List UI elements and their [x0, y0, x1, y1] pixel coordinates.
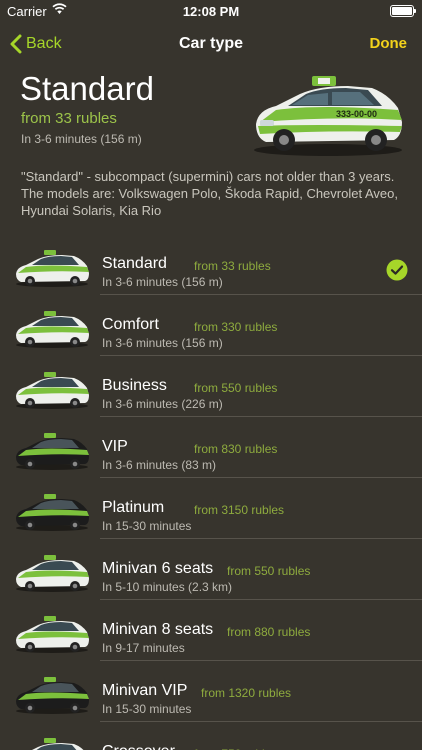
- battery-icon: [390, 5, 416, 17]
- navigation-bar: Back Car type Done: [0, 24, 422, 64]
- car-type-name: Minivan 8 seats: [102, 621, 214, 638]
- car-type-price: from 550 rubles: [194, 381, 278, 395]
- taxi-car-image: [16, 311, 89, 348]
- selected-car-price: from 33 rubles: [21, 110, 117, 127]
- car-type-price: from 33 rubles: [194, 259, 271, 273]
- car-type-name: VIP: [102, 438, 128, 455]
- car-type-row-minivan-6-seats[interactable]: Minivan 6 seats from 550 rubles In 5-10 mi…: [0, 539, 422, 600]
- car-type-eta: In 3-6 minutes (156 m): [102, 275, 223, 289]
- car-type-price: from 330 rubles: [194, 320, 278, 334]
- taxi-car-image: [16, 616, 89, 653]
- status-bar: Carrier 12:08 PM: [0, 0, 422, 24]
- taxi-car-image: [16, 555, 89, 592]
- car-type-price: from 880 rubles: [227, 625, 311, 639]
- car-type-eta: In 3-6 minutes (156 m): [102, 336, 223, 350]
- taxi-car-image: [16, 372, 89, 409]
- car-type-eta: In 15-30 minutes: [102, 702, 192, 716]
- page-title: Car type: [178, 35, 244, 52]
- car-type-row-vip[interactable]: VIP from 830 rubles In 3-6 minutes (83 m): [0, 417, 422, 478]
- car-type-name: Standard: [102, 255, 167, 272]
- car-type-eta: In 3-6 minutes (226 m): [102, 397, 223, 411]
- selected-car-eta: In 3-6 minutes (156 m): [21, 132, 142, 146]
- car-type-list: Standard from 33 rubles In 3-6 minutes (15…: [0, 234, 422, 750]
- car-type-price: from 3150 rubles: [194, 503, 285, 517]
- car-type-name: Comfort: [102, 316, 159, 333]
- car-type-price: from 550 rubles: [227, 564, 311, 578]
- black-car-image: [16, 433, 89, 470]
- checkmark-circle-icon: [386, 259, 408, 281]
- taxi-car-image: 333-00-00: [254, 76, 402, 156]
- car-type-name: Minivan VIP: [102, 682, 188, 699]
- car-type-description: "Standard" - subcompact (supermini) cars…: [21, 169, 398, 218]
- done-button[interactable]: Done: [370, 35, 408, 52]
- car-type-eta: In 9-17 minutes: [102, 641, 185, 655]
- car-type-price: from 1320 rubles: [201, 686, 292, 700]
- car-type-row-comfort[interactable]: Comfort from 330 rubles In 3-6 minutes (15…: [0, 295, 422, 356]
- car-type-eta: In 3-6 minutes (83 m): [102, 458, 217, 472]
- car-type-price: from 830 rubles: [194, 442, 278, 456]
- car-type-row-crossover[interactable]: Crossoverfrom 750 rubles: [0, 722, 422, 750]
- black-car-image: [16, 677, 89, 714]
- car-type-name: Crossover: [102, 743, 175, 750]
- black-car-image: [16, 494, 89, 531]
- car-type-row-standard[interactable]: Standard from 33 rubles In 3-6 minutes (15…: [0, 234, 422, 295]
- car-type-name: Business: [102, 377, 167, 394]
- car-type-row-platinum[interactable]: Platinum from 3150 rubles In 15-30 minutes: [0, 478, 422, 539]
- taxi-car-image: [32, 738, 84, 750]
- status-time: 12:08 PM: [182, 4, 240, 19]
- selected-car-title: Standard: [20, 70, 154, 107]
- car-type-row-minivan-vip[interactable]: Minivan VIP from 1320 rubles In 15-30 minu…: [0, 661, 422, 722]
- car-type-row-minivan-8-seats[interactable]: Minivan 8 seats from 880 rubles In 9-17 mi…: [0, 600, 422, 661]
- car-type-eta: In 15-30 minutes: [102, 519, 192, 533]
- car-type-row-business[interactable]: Business from 550 rubles In 3-6 minutes (2…: [0, 356, 422, 417]
- taxi-car-image: [16, 250, 89, 287]
- car-type-eta: In 5-10 minutes (2.3 km): [102, 580, 233, 594]
- taxi-phone-badge: 333-00-00: [336, 109, 377, 119]
- car-type-name: Platinum: [102, 499, 165, 516]
- car-type-name: Minivan 6 seats: [102, 560, 214, 577]
